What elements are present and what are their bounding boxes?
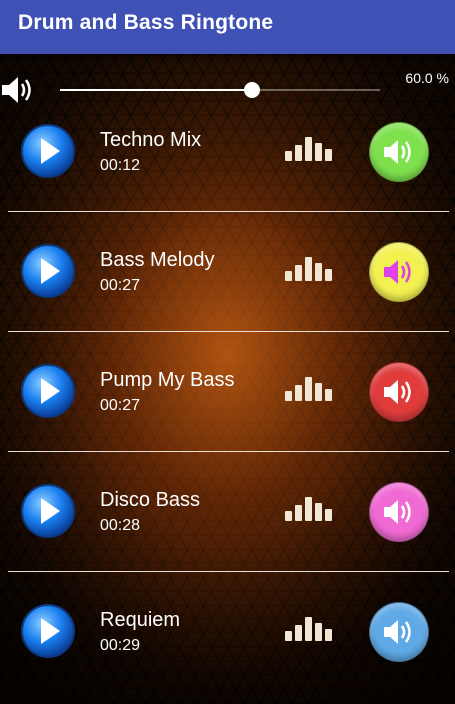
speaker-icon [384, 620, 411, 644]
equalizer-icon [285, 373, 335, 401]
speaker-icon [384, 140, 411, 164]
set-ringtone-button[interactable] [369, 362, 429, 422]
play-icon[interactable] [20, 603, 76, 659]
play-icon[interactable] [20, 123, 76, 179]
equalizer-icon [285, 613, 335, 641]
set-ringtone-button[interactable] [369, 602, 429, 662]
set-ringtone-button[interactable] [369, 122, 429, 182]
ringtone-name: Requiem [100, 609, 181, 631]
app-title: Drum and Bass Ringtone [18, 11, 274, 34]
speaker-icon [384, 500, 411, 524]
ringtone-list: Techno Mix 00:12 Bass Melody 00:27 Pump … [0, 92, 455, 692]
ringtone-item[interactable]: Disco Bass 00:28 [0, 452, 455, 572]
play-icon[interactable] [20, 483, 76, 539]
equalizer-icon [285, 253, 335, 281]
ringtone-name: Disco Bass [100, 489, 201, 511]
speaker-icon [384, 260, 411, 284]
ringtone-duration: 00:12 [100, 157, 141, 174]
volume-slider[interactable] [60, 82, 380, 98]
ringtone-duration: 00:28 [100, 517, 141, 534]
equalizer-icon [285, 133, 335, 161]
ringtone-item[interactable]: Bass Melody 00:27 [0, 212, 455, 332]
ringtone-item[interactable]: Pump My Bass 00:27 [0, 332, 455, 452]
ringtone-name: Techno Mix [100, 129, 202, 151]
play-icon[interactable] [20, 243, 76, 299]
ringtone-item[interactable]: Techno Mix 00:12 [0, 92, 455, 212]
set-ringtone-button[interactable] [369, 482, 429, 542]
set-ringtone-button[interactable] [369, 242, 429, 302]
ringtone-name: Bass Melody [100, 249, 215, 271]
ringtone-name: Pump My Bass [100, 369, 235, 391]
app-bar: Drum and Bass Ringtone [0, 0, 455, 54]
ringtone-item[interactable]: Requiem 00:29 [0, 572, 455, 692]
speaker-icon [384, 380, 411, 404]
volume-slider-fill [60, 89, 252, 91]
play-icon[interactable] [20, 363, 76, 419]
ringtone-duration: 00:27 [100, 397, 141, 414]
volume-percent: 60.0 % [405, 70, 449, 86]
ringtone-duration: 00:27 [100, 277, 141, 294]
ringtone-duration: 00:29 [100, 637, 141, 654]
equalizer-icon [285, 493, 335, 521]
